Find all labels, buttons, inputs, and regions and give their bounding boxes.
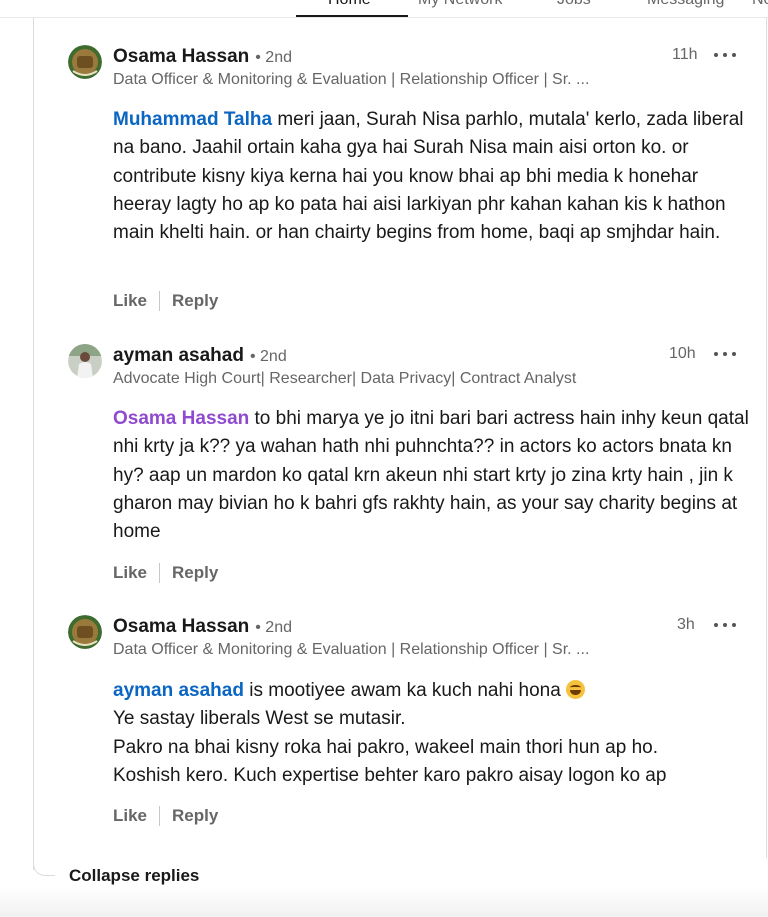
comment-timestamp: 10h: [669, 345, 696, 362]
connection-degree: • 2nd: [255, 49, 292, 66]
comment-actions: Like Reply: [113, 291, 218, 311]
collapse-replies-button[interactable]: Collapse replies: [69, 866, 199, 886]
thread-connector: [33, 850, 55, 876]
reply-button[interactable]: Reply: [172, 563, 218, 583]
comment-text: Muhammad Talha meri jaan, Surah Nisa par…: [113, 106, 753, 247]
mention-link[interactable]: ayman asahad: [113, 680, 244, 701]
nav-active-indicator: [296, 15, 408, 17]
reply-button[interactable]: Reply: [172, 291, 218, 311]
author-headline: Data Officer & Monitoring & Evaluation |…: [113, 641, 590, 658]
reply-button[interactable]: Reply: [172, 806, 218, 826]
top-navigation: Home My Network Jobs Messaging No: [0, 0, 768, 18]
more-options-icon[interactable]: [714, 349, 736, 359]
nav-my-network[interactable]: My Network: [418, 0, 502, 9]
avatar[interactable]: [68, 615, 102, 649]
author-name[interactable]: Osama Hassan: [113, 46, 249, 68]
bottom-fade: [0, 886, 768, 917]
comment-body: is mootiyee awam ka kuch nahi hona: [243, 680, 567, 701]
comment-actions: Like Reply: [113, 806, 218, 826]
connection-degree: • 2nd: [255, 619, 292, 636]
mention-link[interactable]: Muhammad Talha: [113, 109, 272, 130]
action-divider: [159, 563, 161, 583]
comment-line: Ye sastay liberals West se mutasir.: [113, 708, 406, 730]
comment-line: Pakro na bhai kisny roka hai pakro, wake…: [113, 736, 658, 758]
nav-messaging[interactable]: Messaging: [647, 0, 724, 9]
avatar[interactable]: [68, 344, 102, 378]
author-name[interactable]: ayman asahad: [113, 345, 244, 367]
laughing-emoji-icon: [566, 680, 586, 699]
comment-timestamp: 3h: [677, 616, 695, 633]
connection-degree: • 2nd: [249, 348, 287, 365]
nav-home[interactable]: Home: [328, 0, 371, 9]
author-row: ayman asahad • 2nd: [113, 345, 287, 367]
author-headline: Data Officer & Monitoring & Evaluation |…: [113, 71, 590, 88]
comment-timestamp: 11h: [672, 46, 698, 63]
author-row: Osama Hassan • 2nd: [113, 616, 292, 638]
panel-border: [766, 18, 767, 858]
like-button[interactable]: Like: [113, 563, 147, 583]
like-button[interactable]: Like: [113, 291, 147, 311]
more-options-icon[interactable]: [714, 620, 736, 630]
author-headline: Advocate High Court| Researcher| Data Pr…: [113, 370, 577, 387]
author-name[interactable]: Osama Hassan: [113, 616, 249, 638]
thread-line: [33, 18, 34, 870]
comment-text: ayman asahad is mootiyee awam ka kuch na…: [113, 677, 753, 790]
comment-actions: Like Reply: [113, 563, 218, 583]
comment-text: Osama Hassan to bhi marya ye jo itni bar…: [113, 405, 753, 546]
comment-line: Koshish kero. Kuch expertise behter karo…: [113, 764, 667, 786]
author-row: Osama Hassan • 2nd: [113, 46, 292, 68]
comment-line: ayman asahad is mootiyee awam ka kuch na…: [113, 677, 753, 705]
nav-jobs[interactable]: Jobs: [557, 0, 591, 9]
more-options-icon[interactable]: [714, 50, 736, 60]
action-divider: [159, 291, 161, 311]
like-button[interactable]: Like: [113, 806, 147, 826]
avatar[interactable]: [68, 45, 102, 79]
action-divider: [159, 806, 161, 826]
mention-link[interactable]: Osama Hassan: [113, 408, 249, 429]
nav-notifications[interactable]: No: [752, 0, 768, 9]
